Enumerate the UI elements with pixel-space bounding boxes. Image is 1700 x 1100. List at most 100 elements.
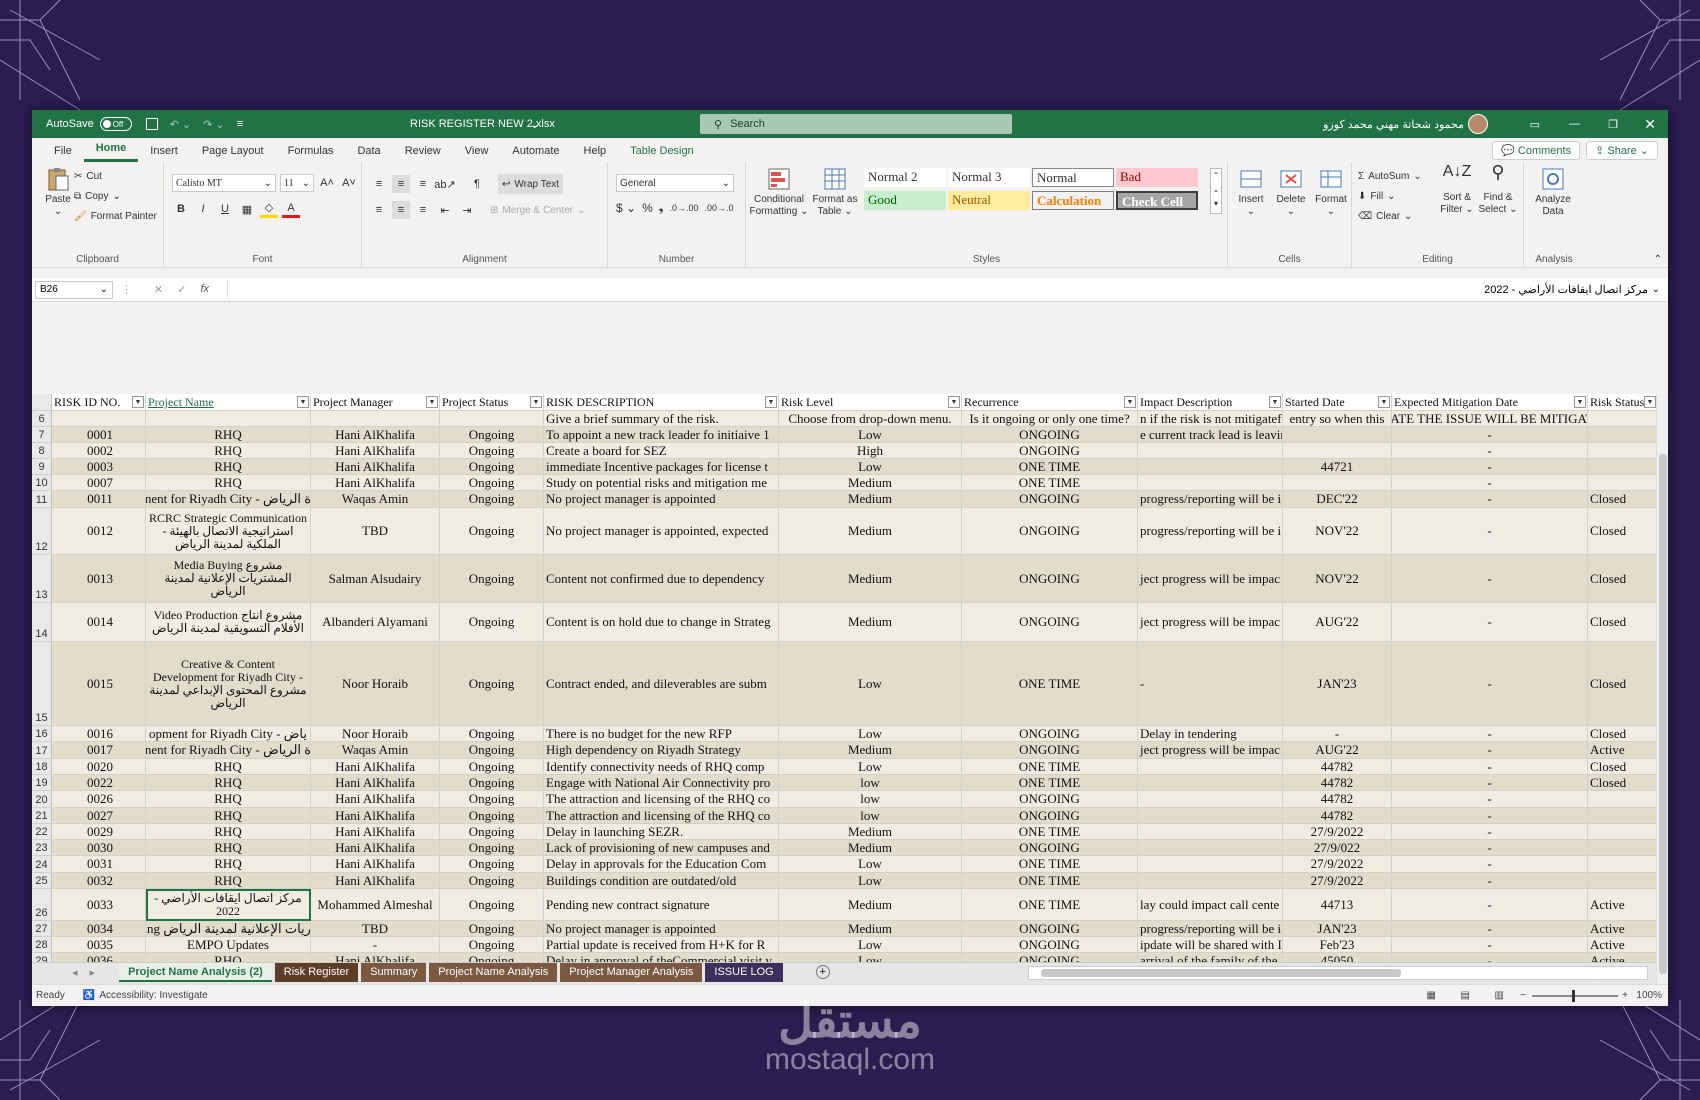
table-cell[interactable] [1138,856,1283,873]
table-cell[interactable]: Low [779,642,962,726]
table-cell[interactable]: - [1392,742,1588,759]
table-cell[interactable]: 44782 [1283,759,1392,775]
align-bottom-icon[interactable]: ≡ [414,175,432,193]
align-top-icon[interactable]: ≡ [370,175,388,193]
table-cell[interactable]: TBD [311,921,440,937]
table-cell[interactable]: e current track lead is leaving [1138,427,1283,443]
instruction-cell[interactable]: Give a brief summary of the risk. [544,411,779,427]
tab-page-layout[interactable]: Page Layout [190,145,276,162]
style-good[interactable]: Good [864,191,946,210]
table-cell[interactable]: - [1392,824,1588,840]
row-header[interactable]: 24 [32,856,52,873]
table-cell[interactable]: Low [779,726,962,742]
row-header[interactable]: 8 [32,443,52,459]
zoom-out-icon[interactable]: − [1520,990,1526,1001]
table-cell[interactable]: 0017 [52,742,146,759]
worksheet-grid[interactable]: RISK ID NO. ▼ Project Name ▼ Project Manager… [32,394,1656,962]
table-cell[interactable]: EMPO Updates [146,937,311,953]
table-cell[interactable]: Medium [779,840,962,856]
tab-data[interactable]: Data [345,145,392,162]
restore-icon[interactable]: ❐ [1608,118,1618,131]
table-cell[interactable] [1588,824,1656,840]
table-cell[interactable]: Closed [1588,508,1656,555]
font-color-icon[interactable]: A [282,200,300,218]
table-cell[interactable]: - [1283,726,1392,742]
conditional-formatting-button[interactable]: Conditional Formatting ⌄ [750,166,808,218]
table-cell[interactable]: nent for Riyadh City - ة الرياض [146,742,311,759]
table-cell[interactable]: 0003 [52,459,146,475]
filter-dropdown-icon[interactable]: ▼ [297,396,309,408]
table-cell[interactable]: 0029 [52,824,146,840]
table-cell[interactable]: progress/reporting will be i [1138,491,1283,508]
style-calculation[interactable]: Calculation [1032,191,1114,210]
table-cell[interactable] [1138,824,1283,840]
table-cell[interactable]: 44721 [1283,459,1392,475]
table-cell[interactable]: RHQ [146,759,311,775]
page-layout-view-icon[interactable]: ▤ [1461,990,1470,1001]
table-cell[interactable]: ONE TIME [962,873,1138,889]
column-header[interactable]: Risk Status ▼ [1588,394,1656,411]
table-cell[interactable]: No project manager is appointed [544,491,779,508]
table-cell[interactable]: low [779,808,962,824]
table-cell[interactable] [1588,808,1656,824]
table-cell[interactable]: RHQ [146,775,311,791]
table-cell[interactable]: 0033 [52,889,146,921]
name-box[interactable]: B26 ⌄ [35,280,113,299]
analyze-data-button[interactable]: Analyze Data [1530,166,1576,218]
table-cell[interactable]: - [1392,475,1588,491]
table-cell[interactable]: 27/9/022 [1283,840,1392,856]
scroll-thumb[interactable] [1659,454,1667,974]
table-cell[interactable] [1138,808,1283,824]
ribbon-display-icon[interactable]: ▭ [1530,118,1540,131]
row-header[interactable]: 20 [32,791,52,808]
underline-button[interactable]: U [216,200,234,218]
table-cell[interactable]: Feb'23 [1283,937,1392,953]
table-cell[interactable]: 44782 [1283,791,1392,808]
table-cell[interactable]: Hani AlKhalifa [311,791,440,808]
table-cell[interactable]: No project manager is appointed, expecte… [544,508,779,555]
table-cell[interactable]: Hani AlKhalifa [311,443,440,459]
style-check-cell[interactable]: Check Cell [1116,191,1198,210]
table-cell[interactable] [1283,427,1392,443]
table-cell[interactable]: RHQ [146,459,311,475]
instruction-cell[interactable]: Is it ongoing or only one time? [962,411,1138,427]
filter-dropdown-icon[interactable]: ▼ [132,396,144,408]
table-cell[interactable]: Medium [779,555,962,603]
table-cell[interactable]: 0035 [52,937,146,953]
row-header[interactable]: 26 [32,889,52,921]
find-select-button[interactable]: ⚲ Find & Select ⌄ [1478,163,1518,216]
table-cell[interactable] [1588,427,1656,443]
tab-home[interactable]: Home [83,142,139,162]
table-cell[interactable]: Study on potential risks and mitigation … [544,475,779,491]
close-icon[interactable]: ✕ [1644,116,1656,133]
table-cell[interactable]: Noor Horaib [311,726,440,742]
table-cell[interactable]: High [779,443,962,459]
avatar[interactable] [1468,114,1488,134]
table-cell[interactable]: Hani AlKhalifa [311,953,440,962]
table-cell[interactable]: 0034 [52,921,146,937]
tab-table-design[interactable]: Table Design [618,145,706,162]
table-cell[interactable]: ONGOING [962,555,1138,603]
table-cell[interactable]: Medium [779,921,962,937]
table-cell[interactable]: - [1392,508,1588,555]
table-cell[interactable]: Ongoing [440,791,544,808]
table-cell[interactable]: - [1392,953,1588,962]
table-cell[interactable]: 0011 [52,491,146,508]
undo-icon[interactable]: ↶ ⌄ [170,118,192,131]
table-cell[interactable] [1138,873,1283,889]
sort-filter-button[interactable]: A↓Z Sort & Filter ⌄ [1438,164,1476,216]
style-neutral[interactable]: Neutral [948,191,1030,210]
row-header[interactable]: 22 [32,824,52,840]
table-cell[interactable]: ject progress will be impac [1138,742,1283,759]
table-cell[interactable]: nent for Riyadh City - ة الرياض [146,491,311,508]
table-cell[interactable]: Active [1588,937,1656,953]
table-cell[interactable]: Create a board for SEZ [544,443,779,459]
table-cell[interactable]: Closed [1588,642,1656,726]
table-cell[interactable]: Ongoing [440,555,544,603]
column-header[interactable]: RISK ID NO. ▼ [52,394,146,411]
table-cell[interactable]: Closed [1588,491,1656,508]
table-cell[interactable]: 0016 [52,726,146,742]
table-cell[interactable]: 0001 [52,427,146,443]
horizontal-scroll-thumb[interactable] [1041,969,1401,977]
table-cell[interactable]: ONGOING [962,726,1138,742]
